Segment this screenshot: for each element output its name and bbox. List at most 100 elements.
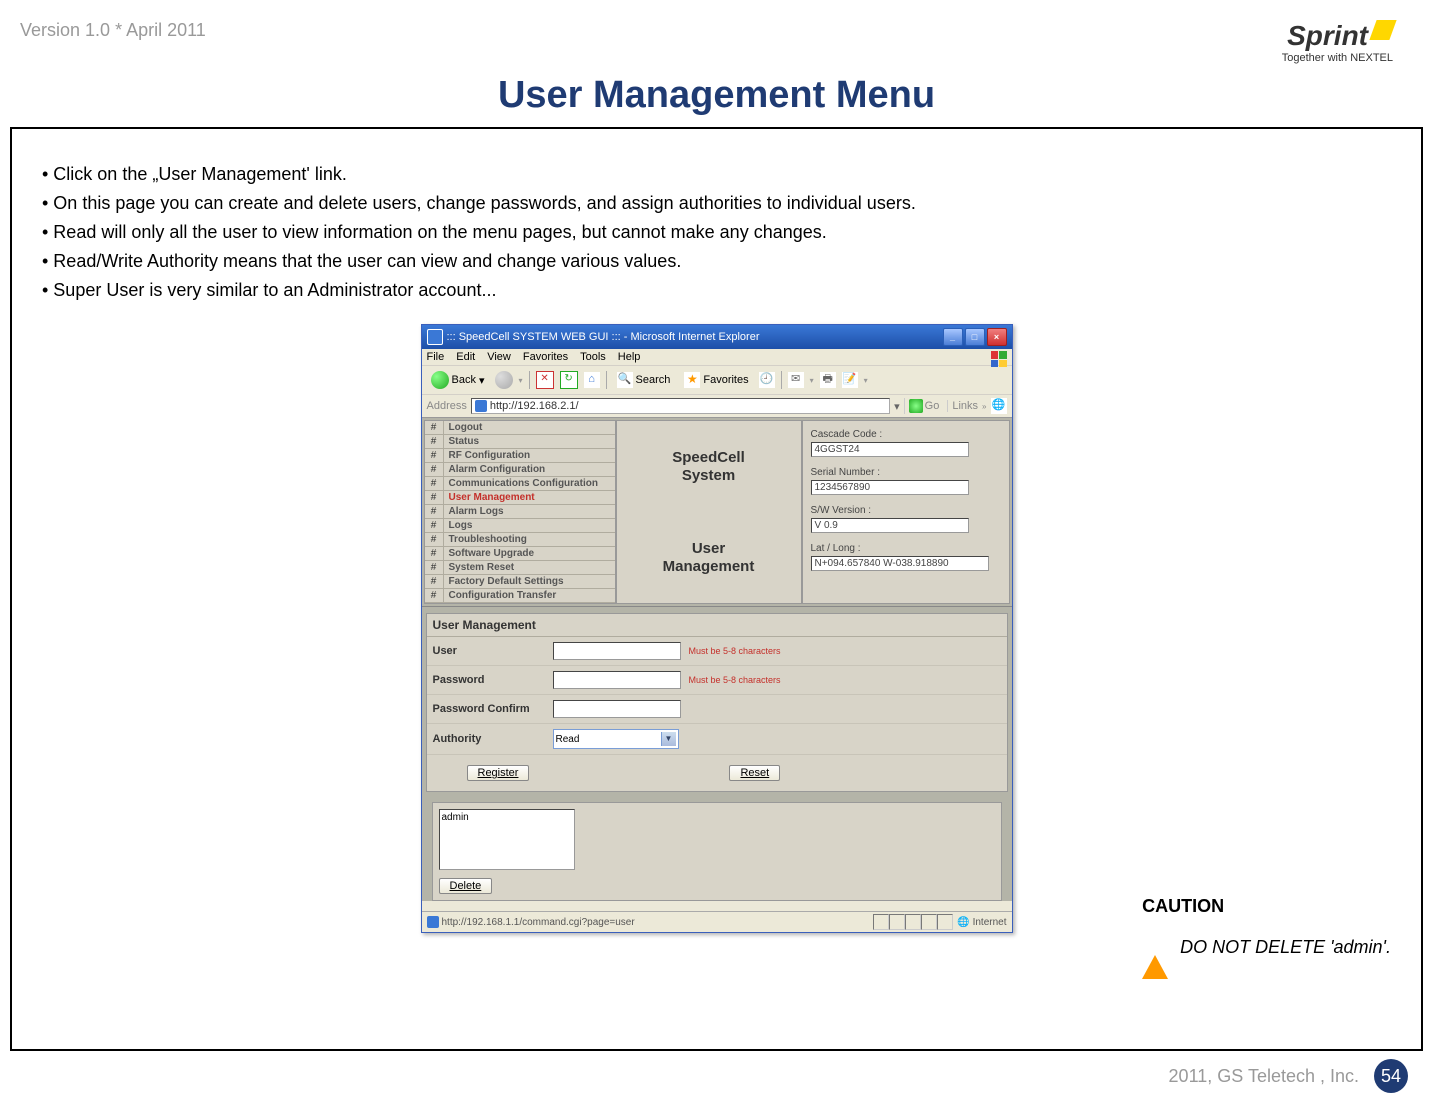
print-button[interactable]: 🖶 <box>820 372 836 388</box>
go-button[interactable]: Go <box>904 398 944 414</box>
edit-button[interactable]: 📝 <box>842 372 858 388</box>
go-icon <box>909 399 923 413</box>
password-input[interactable] <box>553 671 681 689</box>
serial-value[interactable]: 1234567890 <box>811 480 969 495</box>
nav-hash: # <box>425 547 444 560</box>
nav-hash: # <box>425 561 444 574</box>
nav-label: RF Configuration <box>444 449 615 462</box>
nav-item[interactable]: #Configuration Transfer <box>425 589 615 603</box>
extra-icon[interactable]: 🌐 <box>991 398 1007 414</box>
latlong-value[interactable]: N+094.657840 W-038.918890 <box>811 556 989 571</box>
latlong-label: Lat / Long : <box>811 543 1001 554</box>
close-button[interactable]: × <box>987 328 1007 346</box>
password-label: Password <box>433 674 553 686</box>
browser-window: ::: SpeedCell SYSTEM WEB GUI ::: - Micro… <box>421 324 1013 933</box>
favorites-button[interactable]: ★ Favorites <box>680 370 752 390</box>
nav-hash: # <box>425 519 444 532</box>
home-button[interactable]: ⌂ <box>584 372 600 388</box>
address-input[interactable]: http://192.168.2.1/ <box>471 398 890 414</box>
menu-file[interactable]: File <box>427 351 445 363</box>
nav-item[interactable]: #Logs <box>425 519 615 533</box>
nav-item[interactable]: #RF Configuration <box>425 449 615 463</box>
minimize-button[interactable]: _ <box>943 328 963 346</box>
user-list-panel: admin Delete <box>432 802 1002 901</box>
nav-item[interactable]: #System Reset <box>425 561 615 575</box>
history-button[interactable]: 🕘 <box>759 372 775 388</box>
back-label: Back <box>452 374 476 386</box>
status-url: http://192.168.1.1/command.cgi?page=user <box>442 917 635 928</box>
back-button[interactable]: Back ▾ <box>427 369 489 391</box>
search-label: Search <box>636 374 671 386</box>
window-titlebar[interactable]: ::: SpeedCell SYSTEM WEB GUI ::: - Micro… <box>422 325 1012 349</box>
brand-logo: Sprint Together with NEXTEL <box>1282 20 1393 64</box>
caution-box: CAUTION DO NOT DELETE 'admin'. <box>1142 896 1391 959</box>
menu-view[interactable]: View <box>487 351 511 363</box>
nav-item[interactable]: #Communications Configuration <box>425 477 615 491</box>
mail-button[interactable]: ✉ <box>788 372 804 388</box>
nav-item[interactable]: #Factory Default Settings <box>425 575 615 589</box>
register-button[interactable]: Register <box>467 765 530 781</box>
star-icon: ★ <box>684 372 700 388</box>
delete-button[interactable]: Delete <box>439 878 493 894</box>
nav-item[interactable]: #Alarm Configuration <box>425 463 615 477</box>
page-number: 54 <box>1374 1059 1408 1093</box>
user-input[interactable] <box>553 642 681 660</box>
sw-value[interactable]: V 0.9 <box>811 518 969 533</box>
nav-label: Factory Default Settings <box>444 575 615 588</box>
refresh-button[interactable]: ↻ <box>560 371 578 389</box>
bullet-item: • On this page you can create and delete… <box>42 190 1391 217</box>
nav-hash: # <box>425 435 444 448</box>
info-panel: Cascade Code : 4GGST24 Serial Number : 1… <box>802 420 1010 604</box>
nav-item[interactable]: #Alarm Logs <box>425 505 615 519</box>
bullet-item: • Super User is very similar to an Admin… <box>42 277 1391 304</box>
nav-item[interactable]: #Troubleshooting <box>425 533 615 547</box>
menu-edit[interactable]: Edit <box>456 351 475 363</box>
nav-item[interactable]: #Logout <box>425 421 615 435</box>
nav-label: System Reset <box>444 561 615 574</box>
reset-button[interactable]: Reset <box>729 765 780 781</box>
nav-label: Software Upgrade <box>444 547 615 560</box>
menu-favorites[interactable]: Favorites <box>523 351 568 363</box>
back-icon <box>431 371 449 389</box>
footer-text: 2011, GS Teletech , Inc. <box>1169 1066 1359 1087</box>
nav-label: Alarm Logs <box>444 505 615 518</box>
user-label: User <box>433 645 553 657</box>
nav-label: Troubleshooting <box>444 533 615 546</box>
nav-hash: # <box>425 533 444 546</box>
authority-value: Read <box>556 734 580 745</box>
nav-item[interactable]: #User Management <box>425 491 615 505</box>
dropdown-icon[interactable]: ▾ <box>894 400 900 413</box>
nav-hash: # <box>425 477 444 490</box>
user-management-panel: User Management User Must be 5-8 charact… <box>426 613 1008 792</box>
nav-item[interactable]: #Software Upgrade <box>425 547 615 561</box>
dropdown-icon: ▾ <box>479 374 485 387</box>
nav-item[interactable]: #Status <box>425 435 615 449</box>
slide-frame: • Click on the „User Management' link. •… <box>10 127 1423 1051</box>
caution-text: DO NOT DELETE 'admin'. <box>1180 937 1391 958</box>
chevron-icon[interactable]: » <box>982 402 986 411</box>
menu-help[interactable]: Help <box>618 351 641 363</box>
nav-hash: # <box>425 589 444 602</box>
user-list[interactable]: admin <box>439 809 575 870</box>
menu-tools[interactable]: Tools <box>580 351 606 363</box>
caution-title: CAUTION <box>1142 896 1391 917</box>
cascade-value[interactable]: 4GGST24 <box>811 442 969 457</box>
confirm-input[interactable] <box>553 700 681 718</box>
nav-label: Logout <box>444 421 615 434</box>
nav-label: Communications Configuration <box>444 477 615 490</box>
maximize-button[interactable]: □ <box>965 328 985 346</box>
stop-button[interactable]: ✕ <box>536 371 554 389</box>
dropdown-icon: ▼ <box>661 732 676 746</box>
forward-button[interactable] <box>495 371 513 389</box>
user-list-item[interactable]: admin <box>442 812 572 823</box>
bullet-item: • Read/Write Authority means that the us… <box>42 248 1391 275</box>
authority-select[interactable]: Read ▼ <box>553 729 679 749</box>
links-label[interactable]: Links <box>947 400 978 412</box>
browser-toolbar: Back ▾ ▾ ✕ ↻ ⌂ 🔍 Search ★ Favorites 🕘 ✉ … <box>422 366 1012 395</box>
favorites-label: Favorites <box>703 374 748 386</box>
ie-icon <box>427 329 443 345</box>
nav-hash: # <box>425 463 444 476</box>
search-button[interactable]: 🔍 Search <box>613 370 675 390</box>
nav-hash: # <box>425 575 444 588</box>
nav-menu: #Logout#Status#RF Configuration#Alarm Co… <box>424 420 616 604</box>
